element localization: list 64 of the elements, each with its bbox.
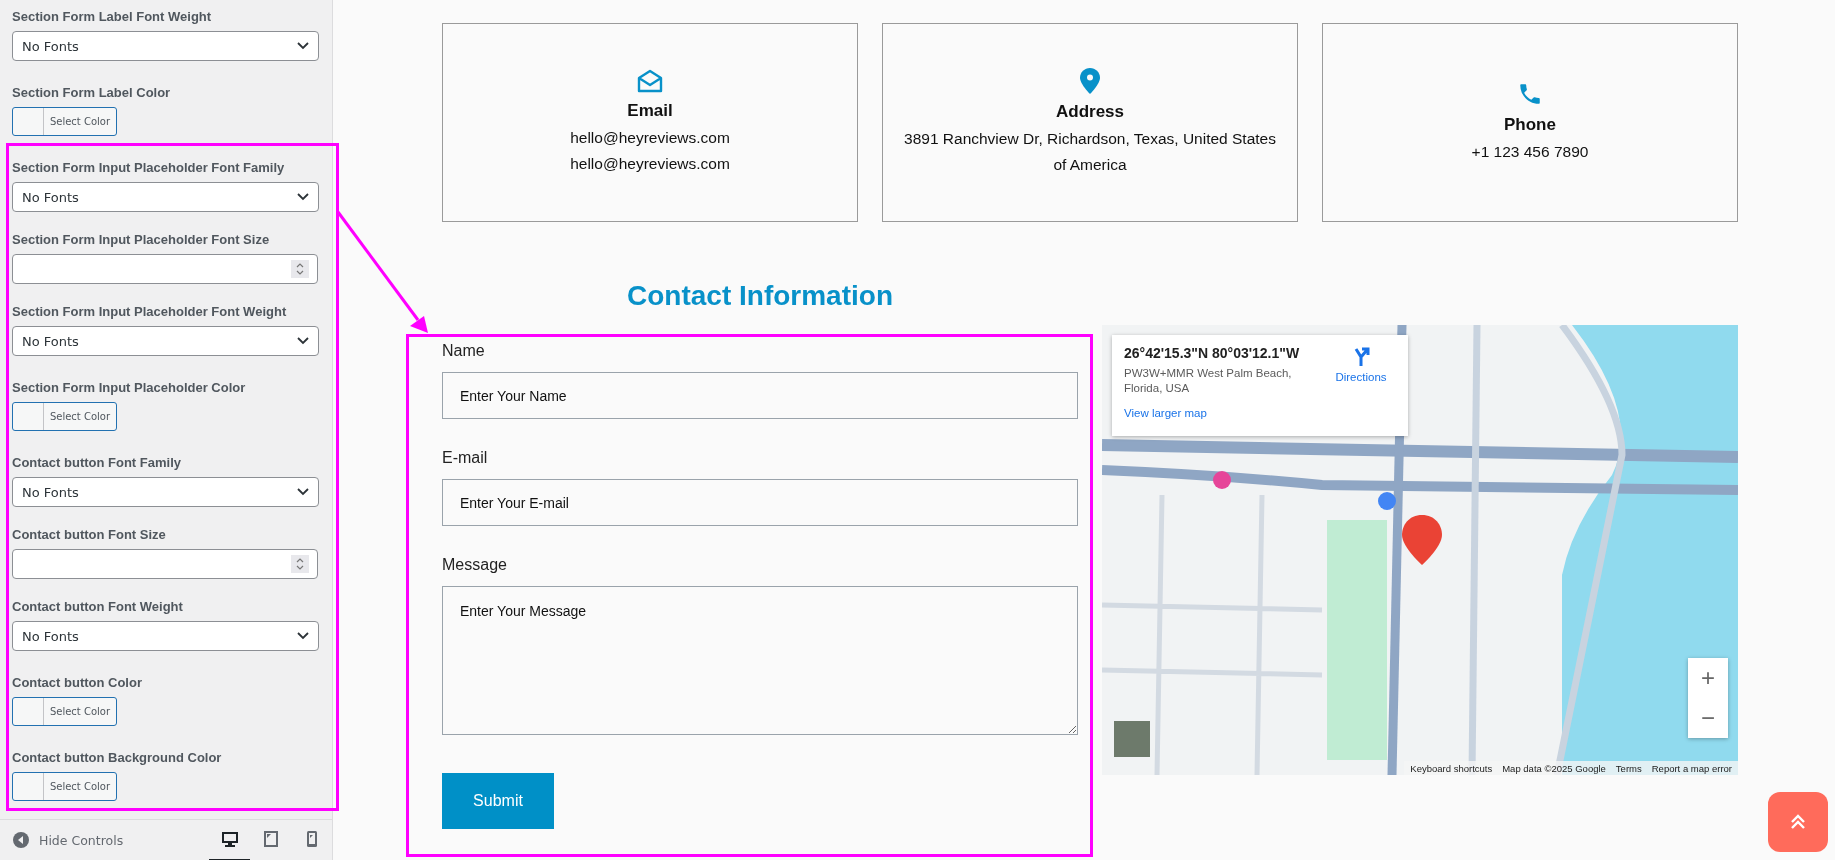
zoom-in-button[interactable]: +: [1688, 658, 1728, 698]
chevron-down-icon: [297, 193, 309, 201]
map-footer-link[interactable]: Report a map error: [1651, 762, 1732, 774]
card-text: hello@heyreviews.com: [570, 153, 730, 174]
field-label: Name: [442, 342, 486, 360]
control-label: Contact button Background Color: [12, 750, 223, 765]
font-select[interactable]: No Fonts: [12, 477, 319, 507]
control-label: Section Form Input Placeholder Font Weight: [12, 304, 288, 319]
font-select[interactable]: No Fonts: [12, 326, 319, 356]
field-label: Message: [442, 556, 508, 574]
font-select[interactable]: No Fonts: [12, 31, 319, 61]
card-title: Email: [627, 100, 673, 121]
chevron-down-icon: [297, 337, 309, 345]
card-title: Address: [1056, 101, 1124, 122]
number-field[interactable]: [12, 254, 318, 284]
input-field[interactable]: Enter Your E-mail: [442, 479, 1078, 526]
number-field[interactable]: [12, 549, 318, 579]
coordinates: 26°42'15.3"N 80°03'12.1"W: [1124, 345, 1301, 361]
control-label: Section Form Input Placeholder Color: [12, 380, 247, 395]
chevron-down-icon: [297, 488, 309, 496]
chevron-down-icon: [297, 632, 309, 640]
tablet-icon: [263, 831, 278, 847]
control-label: Section Form Label Color: [12, 85, 172, 100]
view-larger-map-link[interactable]: View larger map: [1124, 407, 1326, 419]
message-field[interactable]: Enter Your Message: [442, 586, 1078, 735]
control-label: Contact button Font Weight: [12, 599, 184, 614]
map-footer-link[interactable]: Keyboard shortcuts: [1410, 762, 1493, 774]
double-chevron-up-icon: [1789, 813, 1807, 831]
select-color-button[interactable]: Select Color: [12, 772, 117, 801]
font-select[interactable]: No Fonts: [12, 621, 319, 651]
directions-link[interactable]: Directions: [1326, 345, 1396, 426]
card-title: Phone: [1504, 114, 1556, 135]
submit-button[interactable]: Submit: [442, 773, 554, 829]
control-label: Contact button Color: [12, 675, 143, 690]
mobile-icon: [306, 831, 317, 847]
section-heading: Contact Information: [626, 280, 894, 312]
card-text: +1 123 456 7890: [1471, 141, 1589, 162]
map-footer-link[interactable]: Terms: [1615, 762, 1642, 774]
map[interactable]: 26°42'15.3"N 80°03'12.1"W PW3W+MMR West Palm Beach, Florida, USA View larger map Directions + − Keyboard shortcuts Map data ©2025 Google Terms Report a map error: [1102, 325, 1738, 775]
select-color-button[interactable]: Select Color: [12, 402, 117, 431]
control-label: Section Form Input Placeholder Font Family: [12, 160, 286, 175]
zoom-out-button[interactable]: −: [1688, 698, 1728, 738]
font-select[interactable]: No Fonts: [12, 182, 319, 212]
map-address: PW3W+MMR West Palm Beach, Florida, USA: [1124, 366, 1293, 396]
hide-controls-button[interactable]: Hide Controls: [13, 832, 124, 848]
field-label: E-mail: [442, 449, 489, 467]
card-text: hello@heyreviews.com: [570, 127, 730, 148]
map-footer-link[interactable]: Map data ©2025 Google: [1502, 762, 1606, 774]
spinner-icon[interactable]: [296, 557, 304, 571]
location-pin-icon: [1080, 67, 1100, 94]
select-color-button[interactable]: Select Color: [12, 697, 117, 726]
desktop-icon: [221, 831, 238, 847]
select-color-button[interactable]: Select Color: [12, 107, 117, 136]
card-text: 3891 Ranchview Dr, Richardson, Texas, United States of America: [903, 128, 1277, 175]
scroll-to-top-button[interactable]: [1768, 792, 1828, 852]
control-label: Section Form Label Font Weight: [12, 9, 213, 24]
control-label: Contact button Font Size: [12, 527, 167, 542]
spinner-icon[interactable]: [296, 262, 304, 276]
chevron-down-icon: [297, 42, 309, 50]
envelope-icon: [637, 68, 663, 93]
collapse-icon: [13, 832, 29, 848]
control-label: Section Form Input Placeholder Font Size: [12, 232, 271, 247]
control-label: Contact button Font Family: [12, 455, 182, 470]
input-field[interactable]: Enter Your Name: [442, 372, 1078, 419]
